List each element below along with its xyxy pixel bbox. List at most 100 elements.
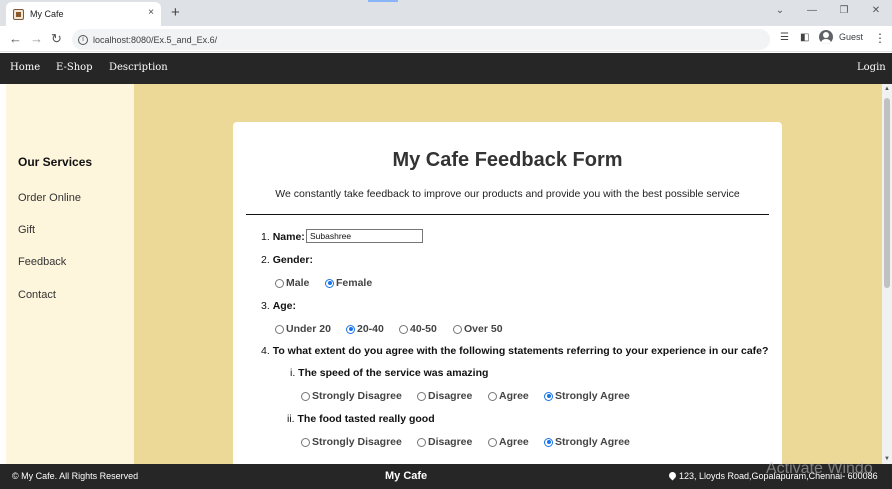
option-label: Strongly Disagree	[312, 436, 402, 448]
option-label: Disagree	[428, 390, 473, 402]
age-20-40-radio[interactable]: 20-40	[346, 323, 384, 335]
option-label: 40-50	[410, 323, 437, 335]
age-40-50-radio[interactable]: 40-50	[399, 323, 437, 335]
services-sidebar: Our Services Order Online Gift Feedback …	[6, 84, 134, 464]
footer-copyright: © My Cafe. All Rights Reserved	[12, 471, 139, 481]
radio-icon[interactable]	[275, 324, 284, 334]
age-under-20-radio[interactable]: Under 20	[275, 323, 331, 335]
radio-icon[interactable]	[488, 391, 497, 401]
address-bar[interactable]: i localhost:8080/Ex.5_and_Ex.6/	[72, 29, 770, 50]
site-footer: © My Cafe. All Rights Reserved My Cafe 1…	[0, 464, 892, 489]
nav-home-link[interactable]: Home	[10, 62, 40, 73]
radio-icon[interactable]	[301, 437, 310, 447]
option-label: Strongly Agree	[555, 436, 630, 448]
radio-icon[interactable]	[301, 391, 310, 401]
option-label: Male	[286, 277, 310, 289]
radio-icon[interactable]	[453, 324, 462, 334]
radio-selected-icon[interactable]	[544, 391, 553, 401]
question-label: Gender:	[272, 254, 313, 266]
food-strongly-agree-radio[interactable]: Strongly Agree	[544, 436, 630, 448]
subquestion-number: ii.	[287, 413, 295, 425]
sidebar-item-order-online[interactable]: Order Online	[18, 192, 81, 204]
subquestion-label: The speed of the service was amazing	[298, 367, 489, 379]
close-icon[interactable]: ✕	[860, 0, 892, 24]
radio-selected-icon[interactable]	[544, 437, 553, 447]
profile-button[interactable]: Guest	[819, 30, 863, 44]
age-over-50-radio[interactable]: Over 50	[453, 323, 503, 335]
forward-icon[interactable]: →	[30, 31, 43, 46]
scroll-down-icon[interactable]: ▼	[884, 456, 890, 462]
radio-icon[interactable]	[488, 437, 497, 447]
name-input[interactable]	[306, 229, 423, 243]
nav-description-link[interactable]: Description	[109, 62, 168, 73]
url-text[interactable]: localhost:8080/Ex.5_and_Ex.6/	[93, 35, 217, 45]
question-label: To what extent do you agree with the fol…	[272, 345, 769, 357]
profile-name: Guest	[839, 32, 864, 42]
tab-search-icon[interactable]: ⌄	[764, 0, 796, 24]
speed-strongly-agree-radio[interactable]: Strongly Agree	[544, 390, 630, 402]
minimize-icon[interactable]: —	[796, 0, 828, 24]
question-number: 2.	[261, 254, 270, 266]
radio-icon[interactable]	[417, 437, 426, 447]
new-tab-button[interactable]: +	[171, 4, 180, 21]
subquestion-label: The food tasted really good	[297, 413, 435, 425]
option-label: Disagree	[428, 436, 473, 448]
form-title: My Cafe Feedback Form	[392, 149, 623, 171]
option-label: Agree	[499, 436, 529, 448]
sidebar-item-contact[interactable]: Contact	[18, 289, 56, 301]
question-label: Age:	[272, 300, 297, 312]
question-name: 1. Name:	[261, 231, 305, 243]
radio-icon[interactable]	[399, 324, 408, 334]
option-label: 20-40	[357, 323, 384, 335]
main-content: My Cafe Feedback Form We constantly take…	[134, 84, 882, 472]
radio-selected-icon[interactable]	[325, 278, 334, 288]
tab-close-icon[interactable]: ×	[148, 7, 154, 18]
form-subtitle: We constantly take feedback to improve o…	[275, 188, 740, 200]
scroll-up-icon[interactable]: ▲	[884, 86, 890, 92]
gender-male-radio[interactable]: Male	[275, 277, 309, 289]
avatar-icon	[819, 30, 833, 44]
activation-watermark: Activate Windo	[766, 460, 873, 477]
food-agree-radio[interactable]: Agree	[488, 436, 529, 448]
reload-icon[interactable]: ↻	[51, 31, 62, 47]
page-scrollbar[interactable]: ▲ ▼	[882, 84, 892, 464]
radio-selected-icon[interactable]	[346, 324, 355, 334]
favicon-icon	[13, 8, 24, 20]
nav-login-link[interactable]: Login	[857, 62, 886, 73]
subquestion-speed: i. The speed of the service was amazing	[290, 367, 488, 379]
question-age: 3. Age:	[261, 300, 296, 312]
tab-title: My Cafe	[30, 9, 64, 19]
option-label: Under 20	[286, 323, 331, 335]
side-panel-icon[interactable]: ◧	[800, 32, 809, 43]
option-label: Strongly Agree	[555, 390, 630, 402]
food-disagree-radio[interactable]: Disagree	[417, 436, 472, 448]
restore-icon[interactable]: ❐	[828, 0, 860, 24]
sidebar-title: Our Services	[18, 155, 93, 169]
sidebar-item-gift[interactable]: Gift	[18, 224, 35, 236]
question-agreement: 4. To what extent do you agree with the …	[261, 345, 768, 357]
scroll-thumb[interactable]	[884, 98, 890, 288]
info-icon[interactable]: i	[78, 34, 88, 45]
browser-toolbar: ← → ↻ i localhost:8080/Ex.5_and_Ex.6/ ☰ …	[0, 26, 892, 52]
question-number: 4.	[261, 345, 270, 357]
footer-brand: My Cafe	[385, 470, 428, 482]
location-pin-icon	[669, 472, 676, 481]
gender-female-radio[interactable]: Female	[325, 277, 372, 289]
form-divider	[246, 214, 769, 215]
subquestion-food: ii. The food tasted really good	[287, 413, 435, 425]
speed-disagree-radio[interactable]: Disagree	[417, 390, 472, 402]
speed-strongly-disagree-radio[interactable]: Strongly Disagree	[301, 390, 402, 402]
back-icon[interactable]: ←	[9, 31, 22, 46]
radio-icon[interactable]	[417, 391, 426, 401]
feedback-form-card: My Cafe Feedback Form We constantly take…	[233, 122, 782, 472]
option-label: Female	[336, 277, 373, 289]
nav-eshop-link[interactable]: E-Shop	[56, 62, 93, 73]
browser-tabbar: My Cafe × + ⌄ — ❐ ✕	[0, 0, 892, 26]
menu-icon[interactable]: ⋮	[874, 31, 886, 45]
browser-tab[interactable]: My Cafe ×	[6, 2, 161, 26]
reading-list-icon[interactable]: ☰	[780, 32, 789, 43]
food-strongly-disagree-radio[interactable]: Strongly Disagree	[301, 436, 402, 448]
radio-icon[interactable]	[275, 278, 284, 288]
speed-agree-radio[interactable]: Agree	[488, 390, 529, 402]
sidebar-item-feedback[interactable]: Feedback	[18, 256, 66, 268]
